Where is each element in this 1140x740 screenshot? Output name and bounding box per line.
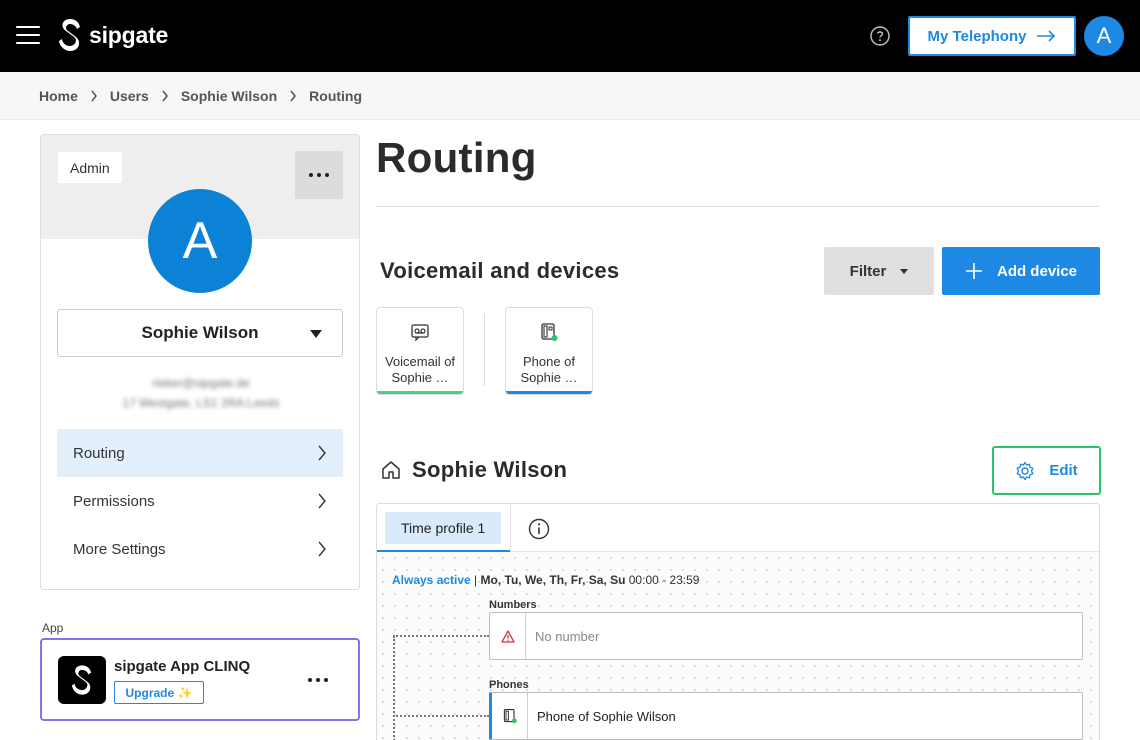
my-telephony-label: My Telephony [927, 27, 1027, 45]
schedule-summary: Always active | Mo, Tu, We, Th, Fr, Sa, … [392, 573, 699, 587]
chevron-right-icon [318, 493, 326, 509]
phones-value: Phone of Sophie Wilson [537, 708, 676, 724]
section-title: Voicemail and devices [380, 258, 620, 283]
connector-line [393, 715, 489, 717]
device-label: Voicemail of Sophie … [384, 354, 456, 385]
chevron-right-icon [162, 90, 168, 102]
time-profile-tabs: Time profile 1 [377, 504, 1099, 552]
time-profile-card: Time profile 1 Always active | Mo, Tu, W… [376, 503, 1100, 740]
device-status-bar [506, 391, 592, 394]
more-dots-icon [309, 173, 329, 177]
numbers-group-label: Numbers [489, 599, 537, 611]
device-tile-voicemail[interactable]: Voicemail of Sophie … [376, 307, 464, 395]
more-dots-icon [308, 678, 328, 682]
edit-label: Edit [1049, 462, 1078, 479]
chevron-right-icon [318, 445, 326, 461]
filter-label: Filter [849, 262, 887, 280]
routing-owner-row: Sophie Wilson [380, 457, 567, 483]
sipgate-logo-icon [71, 665, 92, 695]
phones-row[interactable]: Phone of Sophie Wilson [489, 692, 1083, 740]
nav-item-label: More Settings [73, 540, 166, 558]
phones-group-label: Phones [489, 679, 529, 691]
breadcrumb-current: Routing [309, 88, 363, 104]
upgrade-button[interactable]: Upgrade ✨ [114, 681, 204, 704]
schedule-separator: | [470, 573, 481, 587]
voicemail-icon [411, 324, 429, 342]
add-device-button[interactable]: Add device [942, 247, 1100, 295]
chevron-right-icon [91, 90, 97, 102]
caret-down-icon [900, 268, 909, 274]
connector-line [393, 636, 395, 740]
routing-canvas: Always active | Mo, Tu, We, Th, Fr, Sa, … [377, 552, 1099, 740]
logo-text: sipgate [89, 21, 169, 48]
chevron-right-icon [290, 90, 297, 102]
my-telephony-button[interactable]: My Telephony [908, 16, 1076, 56]
device-label: Phone of Sophie … [520, 354, 578, 385]
breadcrumb-bar: Home Users Sophie Wilson Routing [0, 72, 1140, 120]
user-email: rieker@sipgate.de [152, 376, 250, 390]
device-tile-phone[interactable]: Phone of Sophie … [505, 307, 593, 395]
info-icon[interactable] [528, 518, 550, 540]
page-title: Routing [376, 134, 537, 181]
edit-routing-button[interactable]: Edit [992, 446, 1101, 495]
warning-cell [490, 613, 526, 659]
nav-item-label: Permissions [73, 492, 155, 510]
tile-divider [484, 314, 485, 386]
schedule-time: 00:00 - 23:59 [625, 573, 700, 587]
chevron-right-icon [318, 541, 326, 557]
sipgate-logo[interactable]: sipgate [58, 18, 168, 52]
top-bar: sipgate My Telephony A [0, 0, 1140, 72]
filter-button[interactable]: Filter [824, 247, 934, 295]
menu-icon[interactable] [16, 26, 40, 44]
device-status-bar [377, 391, 463, 394]
tab-divider [510, 504, 511, 552]
warning-icon [500, 629, 515, 643]
phone-cell [492, 693, 528, 739]
app-section-label: App [42, 621, 64, 635]
add-device-label: Add device [996, 262, 1078, 280]
plus-icon [965, 263, 982, 279]
sipgate-logo-icon [59, 19, 80, 51]
account-avatar[interactable]: A [1084, 16, 1124, 56]
breadcrumb-home[interactable]: Home [39, 88, 78, 104]
desk-phone-icon [503, 709, 517, 724]
breadcrumb-users[interactable]: Users [110, 88, 149, 104]
title-divider [376, 206, 1100, 207]
user-more-button[interactable] [295, 151, 343, 199]
user-address: 17 Westgate, LS1 2RA Leeds [122, 396, 280, 410]
sipgate-app-logo [58, 656, 106, 704]
caret-down-icon [310, 330, 322, 338]
breadcrumb: Home Users Sophie Wilson Routing [39, 88, 362, 104]
app-name: sipgate App CLINQ [114, 658, 251, 675]
role-badge: Admin [58, 152, 122, 183]
user-select-value: Sophie Wilson [141, 323, 259, 342]
gear-icon [1016, 461, 1034, 480]
app-card: sipgate App CLINQ Upgrade ✨ [40, 638, 360, 721]
help-icon[interactable] [870, 26, 890, 46]
connector-line [393, 635, 489, 637]
schedule-days: Mo, Tu, We, Th, Fr, Sa, Su [480, 573, 626, 587]
user-card: Admin A Sophie Wilson rieker@sipgate.de … [40, 134, 360, 590]
schedule-status: Always active [392, 573, 471, 587]
app-more-button[interactable] [308, 678, 328, 682]
routing-owner-name: Sophie Wilson [412, 457, 568, 482]
nav-item-routing[interactable]: Routing [57, 429, 343, 477]
user-avatar: A [148, 189, 252, 293]
desk-phone-icon [541, 323, 558, 341]
home-icon [382, 461, 400, 479]
nav-item-label: Routing [73, 444, 125, 462]
numbers-row[interactable]: No number [489, 612, 1083, 660]
breadcrumb-user[interactable]: Sophie Wilson [181, 88, 277, 104]
nav-item-permissions[interactable]: Permissions [57, 477, 343, 525]
arrow-right-icon [1037, 30, 1056, 42]
tab-time-profile-1[interactable]: Time profile 1 [385, 512, 502, 544]
numbers-value: No number [535, 628, 600, 644]
nav-item-more-settings[interactable]: More Settings [57, 525, 343, 573]
user-select-dropdown[interactable]: Sophie Wilson [57, 309, 343, 357]
